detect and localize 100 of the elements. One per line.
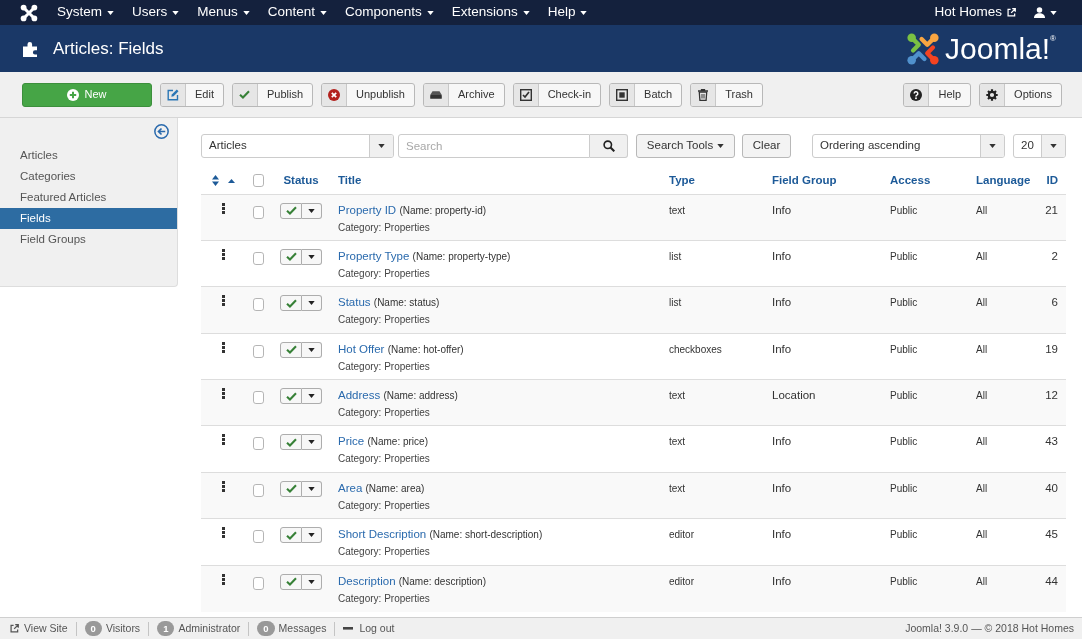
sort-icon[interactable] xyxy=(211,175,219,187)
ordering-select[interactable]: Ordering ascending xyxy=(812,134,1005,158)
row-checkbox[interactable] xyxy=(253,576,264,590)
clear-button[interactable]: Clear xyxy=(742,134,791,158)
vertical-dots-icon[interactable] xyxy=(221,434,225,446)
column-heading-link[interactable]: ID xyxy=(1046,174,1058,187)
logo-icon[interactable] xyxy=(20,3,38,22)
options-button[interactable]: Options xyxy=(979,82,1062,107)
published-toggle-button[interactable] xyxy=(280,480,303,497)
unpublish-button[interactable]: Unpublish xyxy=(321,82,415,107)
trash-button[interactable]: Trash xyxy=(690,82,763,107)
row-checkbox[interactable] xyxy=(253,298,264,312)
vertical-dots-icon[interactable] xyxy=(221,388,225,400)
arrow-left-circle-icon[interactable] xyxy=(154,124,169,139)
sidebar-item[interactable]: Fields xyxy=(0,208,177,229)
search-tools-button[interactable]: Search Tools xyxy=(636,134,735,158)
status-dropdown-button[interactable] xyxy=(302,295,322,312)
field-title-link[interactable]: Address xyxy=(338,389,381,402)
menu-item[interactable]: System xyxy=(48,0,123,25)
edit-button[interactable]: Edit xyxy=(160,82,224,107)
menu-item[interactable]: Users xyxy=(123,0,189,25)
row-checkbox[interactable] xyxy=(253,344,264,358)
status-dropdown-button[interactable] xyxy=(302,341,322,358)
status-dropdown-button[interactable] xyxy=(302,202,322,219)
context-select[interactable]: Articles xyxy=(201,134,394,158)
field-title-link[interactable]: Short Description xyxy=(338,528,427,541)
row-checkbox[interactable] xyxy=(253,437,264,451)
sidebar-item[interactable]: Field Groups xyxy=(0,229,177,250)
vertical-dots-icon[interactable] xyxy=(221,248,225,260)
sidebar-item[interactable]: Featured Articles xyxy=(0,187,177,208)
column-heading-link[interactable]: Field Group xyxy=(772,174,837,187)
row-checkbox[interactable] xyxy=(253,251,264,265)
select-all-checkbox[interactable] xyxy=(253,174,264,188)
vertical-dots-icon[interactable] xyxy=(221,573,225,585)
column-heading-link[interactable]: Status xyxy=(283,174,319,187)
status-dropdown-button[interactable] xyxy=(302,434,322,451)
vertical-dots-icon[interactable] xyxy=(221,202,225,214)
field-group-text: Info xyxy=(772,249,792,262)
field-title-link[interactable]: Area xyxy=(338,481,363,494)
status-dropdown-button[interactable] xyxy=(302,388,322,405)
column-heading-link[interactable]: Access xyxy=(890,174,931,187)
field-title-link[interactable]: Status xyxy=(338,296,371,309)
column-heading-link[interactable]: Type xyxy=(669,174,695,187)
row-checkbox[interactable] xyxy=(253,530,264,544)
status-dropdown-button[interactable] xyxy=(302,527,322,544)
count-badge: 1 xyxy=(157,621,175,636)
site-link[interactable]: Hot Homes xyxy=(925,0,1025,25)
status-dropdown-button[interactable] xyxy=(302,480,322,497)
column-heading-link[interactable]: Title xyxy=(338,174,362,187)
published-toggle-button[interactable] xyxy=(280,434,303,451)
status-label: Administrator xyxy=(178,620,241,636)
archive-button[interactable]: Archive xyxy=(422,82,505,107)
check-in-button[interactable]: Check-in xyxy=(512,82,602,107)
caret-icon xyxy=(522,10,530,15)
published-toggle-button[interactable] xyxy=(280,527,303,544)
publish-button[interactable]: Publish xyxy=(231,82,314,107)
batch-button[interactable]: Batch xyxy=(609,82,683,107)
published-toggle-button[interactable] xyxy=(280,341,303,358)
status-dropdown-button[interactable] xyxy=(302,248,322,265)
row-checkbox[interactable] xyxy=(253,391,264,405)
menu-item[interactable]: Menus xyxy=(188,0,259,25)
published-toggle-button[interactable] xyxy=(280,573,303,590)
search-button[interactable] xyxy=(590,134,628,158)
row-checkbox[interactable] xyxy=(253,205,264,219)
published-toggle-button[interactable] xyxy=(280,202,303,219)
field-type-text: editor xyxy=(669,529,694,541)
sidebar-item[interactable]: Categories xyxy=(0,166,177,187)
menu-item[interactable]: Content xyxy=(258,0,337,25)
vertical-dots-icon[interactable] xyxy=(221,341,225,353)
caret-icon xyxy=(308,254,316,259)
help-button[interactable]: Help xyxy=(903,82,972,107)
published-toggle-button[interactable] xyxy=(280,388,303,405)
field-title-link[interactable]: Property Type xyxy=(338,249,410,262)
search-field[interactable]: Search xyxy=(398,134,590,158)
published-toggle-button[interactable] xyxy=(280,295,303,312)
sidebar-item[interactable]: Articles xyxy=(0,145,177,166)
field-title-link[interactable]: Description xyxy=(338,574,396,587)
vertical-dots-icon[interactable] xyxy=(221,480,225,492)
status-dropdown-button[interactable] xyxy=(302,573,322,590)
field-title-link[interactable]: Hot Offer xyxy=(338,342,385,355)
category-text: Category: Properties xyxy=(338,407,430,419)
caret-icon xyxy=(989,144,996,148)
view-site-link[interactable]: View Site xyxy=(10,620,68,637)
column-heading-link[interactable]: Language xyxy=(976,174,1031,187)
menu-item[interactable]: Help xyxy=(538,0,597,25)
field-title-link[interactable]: Price xyxy=(338,435,365,448)
published-toggle-button[interactable] xyxy=(280,248,303,265)
field-title-link[interactable]: Property ID xyxy=(338,203,397,216)
limit-select[interactable]: 20 xyxy=(1013,134,1066,158)
vertical-dots-icon[interactable] xyxy=(221,527,225,539)
field-name-text: (Name: property-id) xyxy=(399,204,487,216)
vertical-dots-icon[interactable] xyxy=(221,295,225,307)
id-text: 12 xyxy=(1045,389,1058,402)
row-checkbox[interactable] xyxy=(253,483,264,497)
menu-item[interactable]: Extensions xyxy=(442,0,539,25)
logout-link[interactable]: Log out xyxy=(343,620,395,637)
menu-item[interactable]: Components xyxy=(336,0,443,25)
id-text: 21 xyxy=(1045,203,1058,216)
logo-icon xyxy=(906,31,941,66)
caret-up-icon[interactable] xyxy=(227,178,235,183)
